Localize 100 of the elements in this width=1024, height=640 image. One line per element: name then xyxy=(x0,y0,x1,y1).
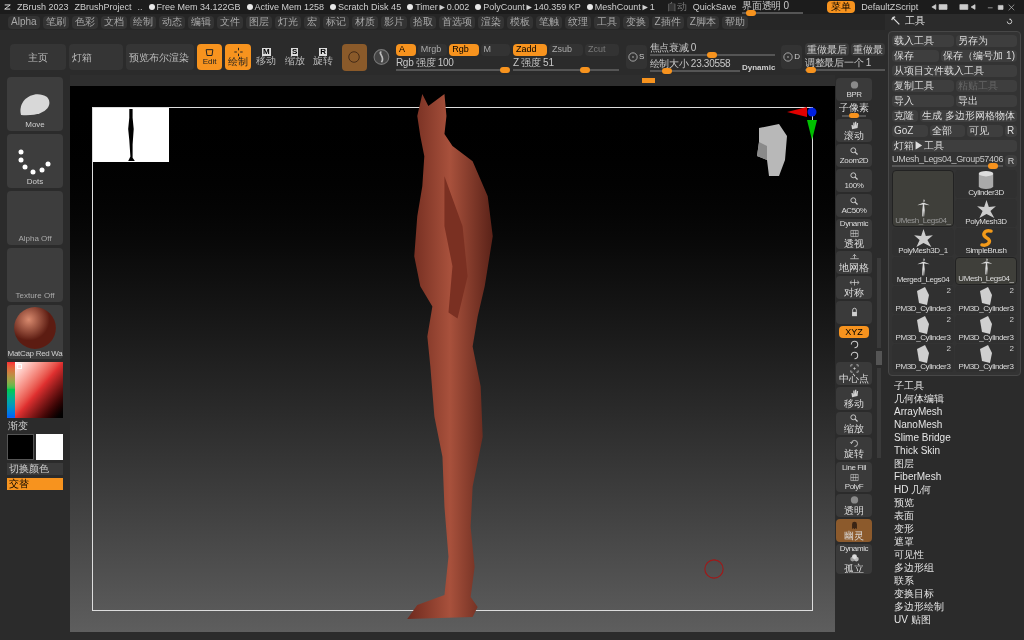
alternate-toggle[interactable]: 交替 xyxy=(7,478,63,490)
menu-item[interactable]: 文件 xyxy=(216,15,243,29)
menu-item[interactable]: Z脚本 xyxy=(686,15,719,29)
subpalette-header[interactable]: FiberMesh xyxy=(894,470,942,483)
menu-item[interactable]: 影片 xyxy=(380,15,407,29)
tool-button[interactable]: GoZ xyxy=(892,125,928,137)
slider-thumb[interactable] xyxy=(806,67,817,73)
axis-toggle[interactable]: XYZ xyxy=(839,326,869,338)
shelf-button[interactable] xyxy=(836,301,872,324)
stroke-button[interactable]: D xyxy=(781,45,802,69)
shelf-button[interactable]: 100% xyxy=(836,169,872,192)
menu-item[interactable]: 绘制 xyxy=(129,15,156,29)
tool-button[interactable]: R xyxy=(1005,125,1017,137)
menu-item[interactable]: 灯光 xyxy=(274,15,301,29)
shelf-button[interactable]: 透明 xyxy=(836,494,872,517)
slider[interactable]: 子像素 xyxy=(839,103,869,117)
redo-button[interactable]: 重做最 xyxy=(851,43,885,56)
menu-item[interactable]: 色彩 xyxy=(71,15,98,29)
tool-button[interactable]: 另存为 xyxy=(955,35,1017,47)
nav-button[interactable]: 预览布尔渲染 xyxy=(126,44,194,70)
tool-button[interactable]: 全部 xyxy=(929,125,966,137)
switch-color-button[interactable]: 切换颜色 xyxy=(7,463,63,475)
slider-thumb[interactable] xyxy=(661,67,672,74)
menu-item[interactable]: 图层 xyxy=(245,15,272,29)
shelf-button[interactable]: Zoom2D xyxy=(836,144,872,167)
slider[interactable]: 调整最后一个 1 xyxy=(805,58,885,71)
tool-thumbnail-item[interactable]: 2 PM3D_Cylinder3 xyxy=(955,315,1017,343)
slider[interactable]: Z 强度 51 xyxy=(512,57,619,71)
slider[interactable]: 绘制大小 23.30558 xyxy=(649,58,740,72)
subpalette-header[interactable]: 多边形绘制 xyxy=(894,600,944,613)
subpalette-header[interactable]: HD 几何 xyxy=(894,483,932,496)
channel-toggle[interactable]: M xyxy=(480,43,510,56)
slider[interactable]: 焦点衰减 0 xyxy=(649,42,776,56)
nav-button[interactable]: 主页 xyxy=(10,44,66,70)
material-swatch[interactable] xyxy=(341,43,368,71)
menu-item[interactable]: 编辑 xyxy=(187,15,214,29)
mode-button[interactable]: Edit xyxy=(197,44,223,70)
shelf-button[interactable]: 缩放 xyxy=(836,412,872,435)
menu-item[interactable]: 材质 xyxy=(351,15,378,29)
tool-button[interactable]: 导入 xyxy=(892,95,954,107)
tool-thumbnail-item[interactable]: 2 PM3D_Cylinder3 xyxy=(892,315,954,343)
spiral-icon[interactable] xyxy=(373,48,390,66)
menu-item[interactable]: 拾取 xyxy=(409,15,436,29)
menu-item[interactable]: 渲染 xyxy=(477,15,504,29)
shelf-button[interactable]: 滚动 xyxy=(836,119,872,142)
tool-thumbnail-item[interactable]: 2 PM3D_Cylinder3 xyxy=(892,344,954,372)
tool-button[interactable]: 克隆 xyxy=(892,110,919,122)
tool-button[interactable]: 可见 xyxy=(967,125,1003,137)
tool-button[interactable]: 灯箱▶工具 xyxy=(892,140,1017,152)
subpalette-header[interactable]: 表面 xyxy=(894,509,914,522)
nav-button[interactable]: 灯箱 xyxy=(69,44,123,70)
viewport[interactable] xyxy=(70,86,835,632)
mode-button[interactable]: M 移动 xyxy=(253,44,280,70)
tool-thumbnail-item[interactable]: SimpleBrush xyxy=(955,228,1017,256)
menu-item[interactable]: 文档 xyxy=(100,15,127,29)
subpalette-header[interactable]: NanoMesh xyxy=(894,418,943,431)
depth-toggle[interactable]: Zsub xyxy=(548,43,583,56)
collapse-handle[interactable] xyxy=(876,350,882,365)
subpalette-header[interactable]: 子工具 xyxy=(894,379,924,392)
subpalette-header[interactable]: 联系 xyxy=(894,574,914,587)
slider[interactable]: Rgb 强度 100 xyxy=(395,57,510,71)
subpalette-header[interactable]: Slime Bridge xyxy=(894,431,951,444)
shelf-button[interactable]: 中心点 xyxy=(836,362,872,385)
brush-slot[interactable]: Move xyxy=(7,77,63,131)
menu-item[interactable]: 标记 xyxy=(322,15,349,29)
channel-toggle[interactable]: Mrgb xyxy=(417,43,448,56)
shelf-button[interactable]: AC50% xyxy=(836,194,872,217)
tool-thumbnail-item[interactable]: 2 PM3D_Cylinder3 xyxy=(955,344,1017,372)
mode-button[interactable]: 绘制 xyxy=(225,44,251,70)
refresh-icon[interactable] xyxy=(1005,16,1014,26)
subpalette-header[interactable]: 几何体编辑 xyxy=(894,392,944,405)
menu-item[interactable]: 帮助 xyxy=(721,15,748,29)
shelf-button[interactable]: Dynamic 孤立 xyxy=(836,544,872,574)
subpalette-header[interactable]: 变形 xyxy=(894,522,914,535)
stroke-button[interactable]: S xyxy=(625,45,647,69)
tool-thumbnail-item[interactable]: 2 PM3D_Cylinder3 xyxy=(955,286,1017,314)
slider-thumb[interactable] xyxy=(746,9,757,16)
tool-button[interactable]: 保存（编号加 1) xyxy=(941,50,1017,62)
subpalette-header[interactable]: 遮罩 xyxy=(894,535,914,548)
material-slot[interactable]: MatCap Red Wa xyxy=(7,305,63,359)
tool-thumbnail-item[interactable]: UMesh_Legs04_ xyxy=(892,170,954,227)
tool-button[interactable]: 载入工具 xyxy=(892,35,954,47)
menu-item[interactable]: 模板 xyxy=(506,15,533,29)
tool-thumbnail-item[interactable]: PolyMesh3D_1 xyxy=(892,228,954,256)
channel-toggle[interactable]: Rgb xyxy=(449,43,479,56)
slider-thumb[interactable] xyxy=(499,66,510,73)
tool-thumbnail-item[interactable]: UMesh_Legs04_ xyxy=(955,257,1017,285)
menu-item[interactable]: 变换 xyxy=(622,15,649,29)
tool-thumbnail-item[interactable]: 2 PM3D_Cylinder3 xyxy=(892,286,954,314)
subpalette-header[interactable]: 变换目标 xyxy=(894,587,934,600)
slider-thumb[interactable] xyxy=(988,163,999,169)
slider-thumb[interactable] xyxy=(849,113,859,118)
shelf-button[interactable]: 地网格 xyxy=(836,251,872,274)
tool-thumbnail-item[interactable]: Merged_Legs04 xyxy=(892,257,954,285)
main-color-swatch[interactable] xyxy=(7,434,34,460)
secondary-color-swatch[interactable] xyxy=(36,434,63,460)
mode-button[interactable]: R 旋转 xyxy=(310,44,336,70)
tool-button[interactable]: 保存 xyxy=(892,50,940,62)
quicksave-button[interactable]: QuickSave xyxy=(692,2,737,12)
shelf-button[interactable]: Dynamic 透视 xyxy=(836,219,872,249)
